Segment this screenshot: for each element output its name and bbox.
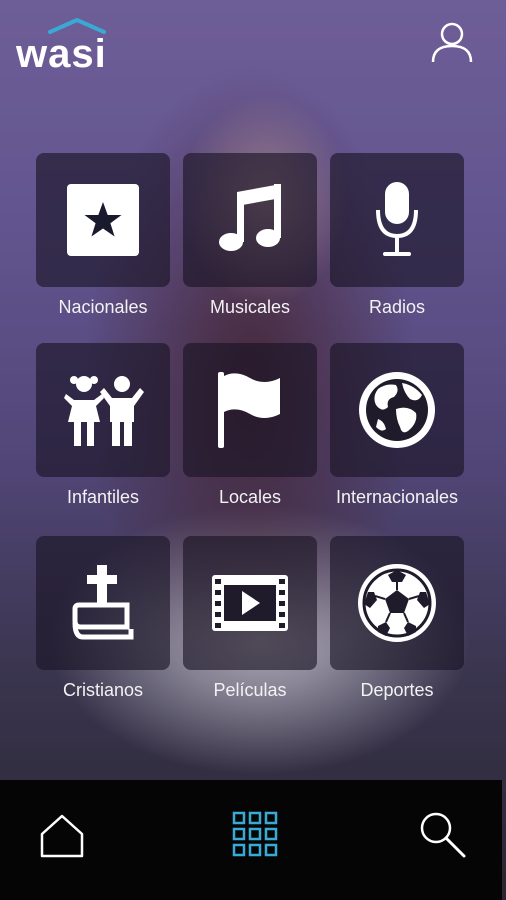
wasi-logo: wasi [16, 16, 120, 76]
flag-icon [218, 372, 280, 448]
top-bar: wasi [0, 0, 506, 90]
category-label-deportes: Deportes [360, 680, 434, 700]
category-tile-radios[interactable] [330, 153, 464, 287]
category-tile-locales[interactable] [183, 343, 317, 477]
profile-button[interactable] [428, 18, 476, 66]
home-icon [40, 814, 84, 858]
category-label-peliculas: Películas [213, 680, 287, 700]
globe-icon [359, 372, 435, 448]
category-tile-infantiles[interactable] [36, 343, 170, 477]
music-note-icon [219, 184, 281, 251]
children-icon [64, 376, 144, 446]
film-icon [212, 575, 288, 631]
category-tile-musicales[interactable] [183, 153, 317, 287]
star-icon [67, 184, 139, 256]
category-label-cristianos: Cristianos [62, 680, 144, 700]
category-tile-deportes[interactable] [330, 536, 464, 670]
nav-grid-button[interactable] [231, 810, 279, 858]
category-label-nacionales: Nacionales [58, 297, 148, 317]
grid-icon [232, 811, 278, 857]
microphone-icon [376, 182, 418, 256]
user-icon [431, 22, 473, 63]
category-label-infantiles: Infantiles [66, 487, 140, 507]
category-tile-cristianos[interactable] [36, 536, 170, 670]
category-tile-internacionales[interactable] [330, 343, 464, 477]
nav-search-button[interactable] [418, 810, 468, 860]
logo-text: wasi [16, 32, 107, 76]
category-label-radios: Radios [368, 297, 426, 317]
category-tile-peliculas[interactable] [183, 536, 317, 670]
bottom-nav [0, 780, 502, 900]
bible-cross-icon [72, 565, 134, 640]
category-label-locales: Locales [218, 487, 282, 507]
category-label-internacionales: Internacionales [335, 487, 459, 507]
nav-home-button[interactable] [36, 810, 88, 862]
soccer-ball-icon [358, 564, 436, 642]
category-tile-nacionales[interactable] [36, 153, 170, 287]
search-icon [420, 812, 466, 858]
category-label-musicales: Musicales [209, 297, 291, 317]
